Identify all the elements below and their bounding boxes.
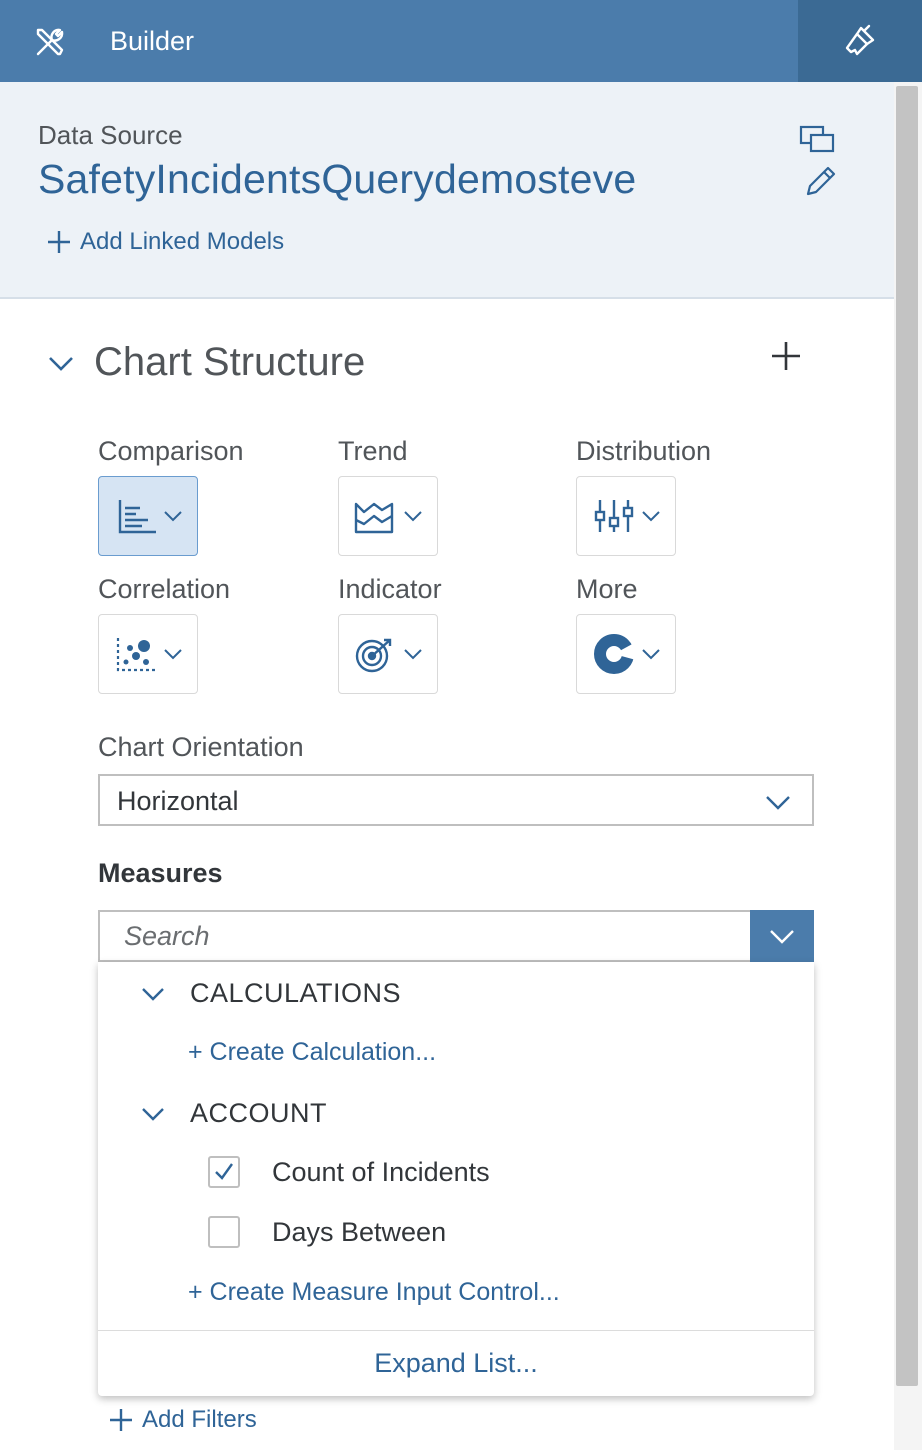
category-label-trend: Trend: [338, 436, 408, 466]
group-account[interactable]: ACCOUNT: [140, 1098, 327, 1129]
category-label-correlation: Correlation: [98, 574, 231, 604]
linked-windows-icon[interactable]: [798, 124, 838, 156]
chart-structure-header[interactable]: Chart Structure: [46, 340, 365, 385]
comparison-chart-button[interactable]: [98, 476, 198, 556]
target-icon: [355, 638, 392, 673]
measure-days-between[interactable]: Days Between: [208, 1216, 446, 1248]
chart-structure-title: Chart Structure: [94, 340, 366, 384]
category-label-comparison: Comparison: [98, 436, 244, 466]
measure-count-of-incidents[interactable]: Count of Incidents: [208, 1156, 490, 1188]
plus-icon: [110, 1409, 132, 1431]
category-label-distribution: Distribution: [576, 436, 712, 466]
group-calculations[interactable]: CALCULATIONS: [140, 978, 401, 1009]
chevron-down-icon: [49, 356, 73, 371]
bar-chart-icon: [118, 500, 156, 534]
checkmark-icon: [215, 1163, 233, 1180]
boxplot-icon: [594, 500, 634, 532]
checkbox-checked[interactable]: [208, 1156, 240, 1188]
group-calculations-label: CALCULATIONS: [190, 978, 402, 1008]
chart-orientation-value: Horizontal: [117, 786, 239, 816]
chevron-down-icon: [164, 511, 182, 522]
add-filters-button[interactable]: Add Filters: [108, 1406, 257, 1434]
pencil-icon[interactable]: [802, 164, 838, 200]
chart-orientation-label: Chart Orientation: [98, 732, 304, 762]
data-source-name[interactable]: SafetyIncidentsQuerydemosteve: [38, 156, 636, 203]
add-linked-models-button[interactable]: Add Linked Models: [46, 228, 284, 256]
correlation-chart-button[interactable]: [98, 614, 198, 694]
checkbox-unchecked[interactable]: [208, 1216, 240, 1248]
chevron-down-icon: [642, 511, 660, 522]
chevron-down-icon: [404, 511, 422, 522]
measures-dropdown-list: CALCULATIONS + Create Calculation... ACC…: [98, 962, 814, 1396]
add-linked-models-label: Add Linked Models: [80, 228, 285, 255]
category-label-more: More: [576, 574, 638, 604]
more-chart-button[interactable]: [576, 614, 676, 694]
trend-chart-button[interactable]: [338, 476, 438, 556]
chart-orientation-select[interactable]: Horizontal: [98, 774, 814, 826]
area-chart-icon: [354, 502, 394, 534]
scatter-icon: [116, 638, 156, 672]
header-title: Builder: [110, 26, 195, 56]
indicator-chart-button[interactable]: [338, 614, 438, 694]
expand-list-button[interactable]: Expand List...: [98, 1331, 814, 1396]
chevron-down-icon: [142, 987, 164, 1001]
data-source-label: Data Source: [38, 120, 183, 150]
chevron-down-icon: [642, 649, 660, 660]
chevron-down-icon: [142, 1107, 164, 1121]
scrollbar-thumb[interactable]: [896, 86, 918, 1386]
measure-label: Count of Incidents: [272, 1156, 490, 1187]
chevron-down-icon: [770, 930, 794, 944]
paint-brush-icon[interactable]: [798, 0, 922, 82]
measures-search-input[interactable]: [98, 910, 752, 962]
data-source-panel: Data Source SafetyIncidentsQuerydemostev…: [0, 82, 894, 299]
distribution-chart-button[interactable]: [576, 476, 676, 556]
create-calculation-link[interactable]: + Create Calculation...: [188, 1038, 436, 1067]
measures-label: Measures: [98, 858, 223, 888]
group-account-label: ACCOUNT: [190, 1098, 327, 1128]
measure-label: Days Between: [272, 1216, 447, 1247]
chevron-down-icon: [164, 649, 182, 660]
chevron-down-icon: [404, 649, 422, 660]
category-label-indicator: Indicator: [338, 574, 442, 604]
create-measure-input-control-link[interactable]: + Create Measure Input Control...: [188, 1278, 560, 1307]
chevron-down-icon: [766, 796, 790, 810]
measures-dropdown-button[interactable]: [750, 910, 814, 962]
tools-icon[interactable]: [26, 22, 74, 62]
add-filters-label: Add Filters: [142, 1406, 257, 1433]
plus-icon: [48, 231, 70, 253]
builder-header: Builder: [0, 0, 922, 82]
donut-icon: [594, 634, 636, 674]
add-icon[interactable]: [768, 338, 804, 374]
